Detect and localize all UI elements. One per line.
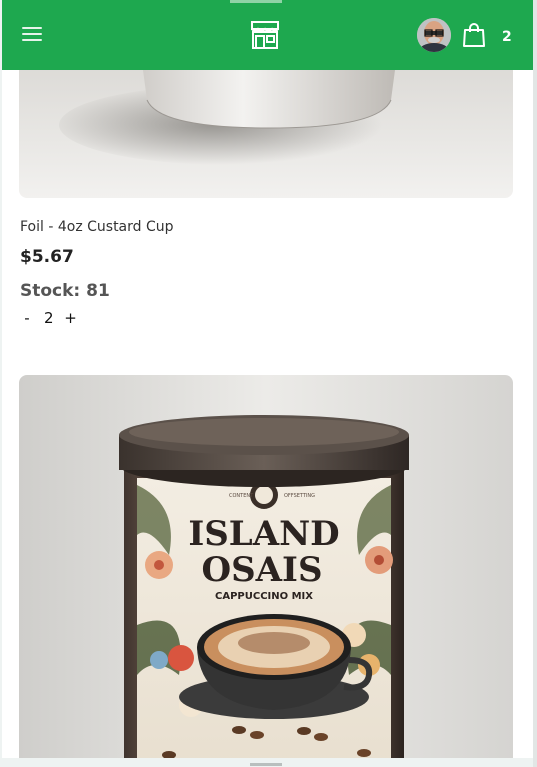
svg-text:CONTENT: CONTENT — [229, 493, 254, 499]
hamburger-menu-icon[interactable] — [22, 26, 44, 42]
top-bar: 2 — [2, 0, 533, 70]
shopping-bag-icon[interactable] — [462, 22, 486, 48]
label-subtitle: CAPPUCCINO MIX — [215, 591, 313, 602]
store-icon[interactable] — [250, 20, 280, 50]
product-stock: Stock: 81 — [20, 281, 110, 301]
cart-count-badge[interactable]: 2 — [502, 29, 512, 45]
user-avatar[interactable] — [417, 18, 451, 52]
pull-handle — [230, 0, 282, 3]
increment-button[interactable]: + — [64, 309, 78, 327]
scrollbar[interactable] — [533, 0, 537, 767]
product-name[interactable]: Foil - 4oz Custard Cup — [20, 219, 174, 235]
svg-text:OFFSETTING: OFFSETTING — [284, 493, 315, 499]
quantity-stepper: - 2 + — [20, 309, 78, 327]
app-frame: 2 Foil - 4oz Custard Cup $5.67 Stock: 81… — [2, 0, 533, 758]
decrement-button[interactable]: - — [20, 309, 34, 327]
bottom-handle — [250, 763, 282, 766]
label-title-line2: OSAIS — [201, 550, 322, 590]
island-osais-cappuccino-mix-photo[interactable]: CONTENT OFFSETTING ISLAND OSAIS CAPPUCCI… — [19, 375, 513, 758]
label-title-line1: ISLAND — [188, 514, 339, 554]
product-price: $5.67 — [20, 247, 74, 267]
quantity-value: 2 — [44, 309, 54, 327]
